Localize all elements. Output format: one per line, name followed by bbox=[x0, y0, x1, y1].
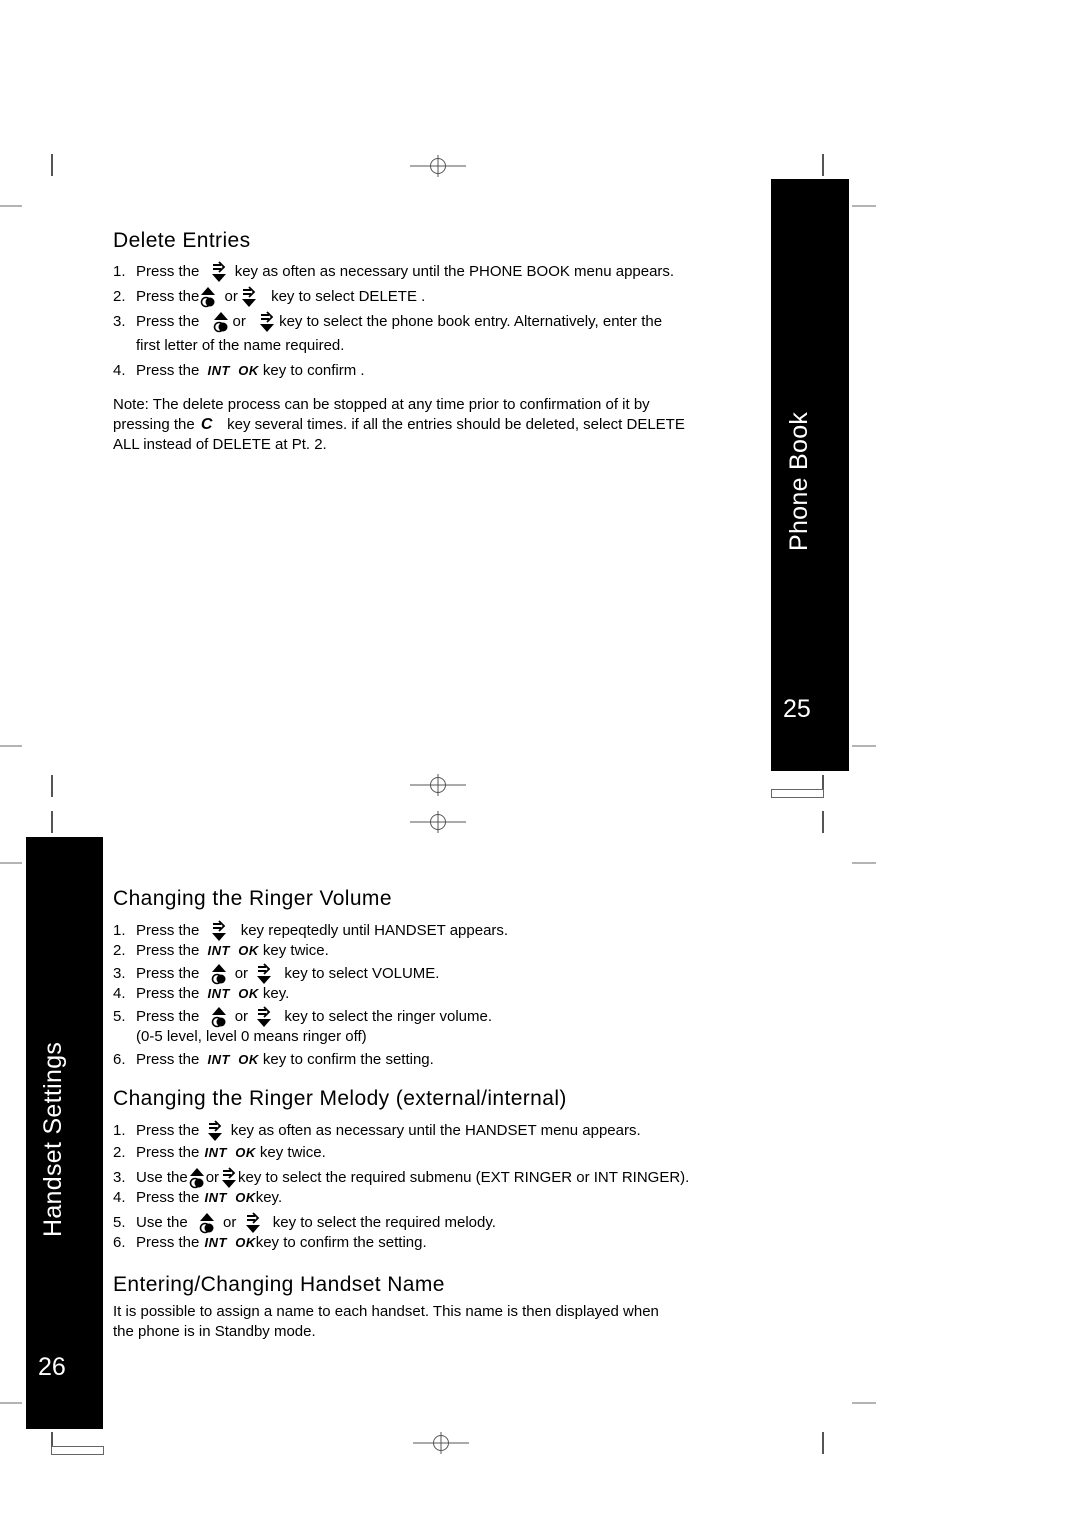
int-ok-key-label: INT OK bbox=[207, 986, 259, 1001]
step-item: 1. Press the key repeqtedly until HANDSET… bbox=[113, 920, 508, 942]
step-item: 2. Press the INT OK key twice. bbox=[113, 1144, 326, 1161]
crop-mark bbox=[822, 154, 824, 176]
up-phonebook-icon bbox=[212, 311, 230, 333]
up-phonebook-icon bbox=[198, 1212, 216, 1234]
crop-mark bbox=[51, 811, 53, 833]
step-item: 5. Press the or key to select the ringer … bbox=[113, 1006, 492, 1028]
step-item: 3. Press the or key to select VOLUME. bbox=[113, 963, 439, 985]
crop-mark bbox=[822, 811, 824, 833]
step-item: 1. Press the key as often as necessary un… bbox=[113, 261, 674, 283]
section-title-ringer-melody: Changing the Ringer Melody (external/int… bbox=[113, 1087, 567, 1110]
crop-frame bbox=[51, 1446, 104, 1455]
registration-mark bbox=[410, 154, 466, 178]
int-ok-key-label: INT OK bbox=[207, 943, 259, 958]
menu-arrow-icon bbox=[206, 1120, 224, 1142]
crop-mark bbox=[852, 205, 876, 207]
registration-mark bbox=[413, 1431, 469, 1455]
step-item: 1. Press the key as often as necessary un… bbox=[113, 1120, 641, 1142]
tab-title: Handset Settings bbox=[39, 1041, 67, 1237]
crop-mark bbox=[852, 1402, 876, 1404]
section-tab-handset-settings: Handset Settings 26 bbox=[26, 837, 103, 1429]
section-title-handset-name: Entering/Changing Handset Name bbox=[113, 1273, 445, 1296]
crop-mark bbox=[51, 154, 53, 176]
crop-mark bbox=[852, 862, 876, 864]
menu-arrow-icon bbox=[255, 1006, 273, 1028]
step-continuation: (0-5 level, level 0 means ringer off) bbox=[136, 1028, 367, 1045]
tab-title: Phone Book bbox=[785, 411, 813, 551]
int-ok-key-label: INT OK bbox=[207, 363, 259, 378]
step-item: 6. Press the INT OKkey to confirm the set… bbox=[113, 1234, 427, 1251]
page-number: 25 bbox=[783, 695, 811, 723]
up-phonebook-icon bbox=[210, 963, 228, 985]
menu-arrow-icon bbox=[255, 963, 273, 985]
crop-mark bbox=[0, 862, 22, 864]
menu-arrow-icon bbox=[210, 261, 228, 283]
section-title-ringer-volume: Changing the Ringer Volume bbox=[113, 887, 392, 910]
crop-mark bbox=[0, 1402, 22, 1404]
menu-arrow-icon bbox=[210, 920, 228, 942]
step-item: 4. Press the INT OK key to confirm . bbox=[113, 362, 365, 379]
registration-mark bbox=[410, 810, 466, 834]
step-item: 4. Press the INT OKkey. bbox=[113, 1189, 283, 1206]
menu-arrow-icon bbox=[258, 311, 276, 333]
int-ok-key-label: INT OK bbox=[204, 1145, 256, 1160]
clear-key-icon: C bbox=[200, 416, 213, 433]
menu-arrow-icon bbox=[220, 1167, 238, 1189]
up-phonebook-icon bbox=[199, 286, 217, 308]
step-item: 3. Use the or key to select the required su… bbox=[113, 1167, 689, 1189]
section-tab-phone-book: Phone Book 25 bbox=[771, 179, 849, 771]
crop-mark bbox=[0, 205, 22, 207]
step-item: 2. Press the INT OK key twice. bbox=[113, 942, 329, 959]
step-item: 2. Press the or key to select DELETE . bbox=[113, 286, 425, 308]
step-item: 6. Press the INT OK key to confirm the se… bbox=[113, 1051, 434, 1068]
note-paragraph: Note: The delete process can be stopped … bbox=[113, 396, 685, 453]
int-ok-key-label: INT OK bbox=[207, 1052, 259, 1067]
step-item: 3. Press the or key to select the phone b… bbox=[113, 311, 662, 333]
crop-mark bbox=[822, 1432, 824, 1454]
step-continuation: first letter of the name required. bbox=[136, 337, 345, 354]
step-item: 5. Use the or key to select the required … bbox=[113, 1212, 496, 1234]
handset-name-paragraph: It is possible to assign a name to each … bbox=[113, 1303, 659, 1340]
menu-arrow-icon bbox=[244, 1212, 262, 1234]
registration-mark bbox=[410, 773, 466, 797]
up-phonebook-icon bbox=[188, 1167, 206, 1189]
menu-arrow-icon bbox=[240, 286, 258, 308]
crop-mark bbox=[51, 775, 53, 797]
step-item: 4. Press the INT OK key. bbox=[113, 985, 290, 1002]
crop-mark bbox=[852, 745, 876, 747]
up-phonebook-icon bbox=[210, 1006, 228, 1028]
section-title-delete-entries: Delete Entries bbox=[113, 229, 251, 252]
crop-frame bbox=[771, 789, 824, 798]
int-ok-key-label: INT OK bbox=[204, 1235, 256, 1250]
int-ok-key-label: INT OK bbox=[204, 1190, 256, 1205]
crop-mark bbox=[0, 745, 22, 747]
page-number: 26 bbox=[38, 1353, 66, 1381]
